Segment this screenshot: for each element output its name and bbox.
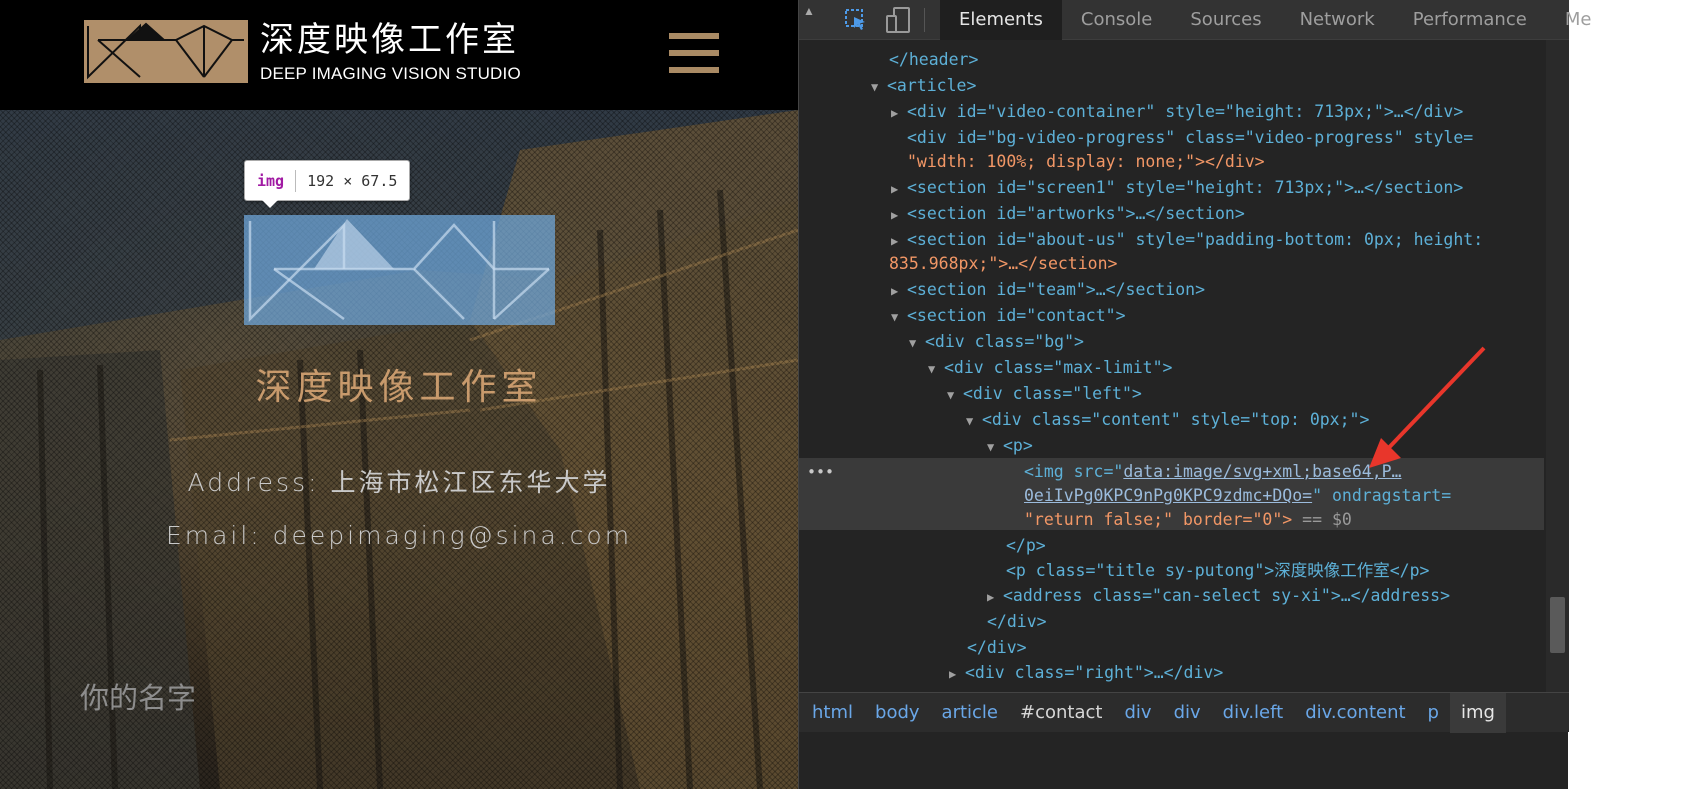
expand-triangle-icon[interactable]: ▶ xyxy=(987,585,1003,611)
expand-triangle-icon[interactable]: ▶ xyxy=(891,177,907,203)
dom-line[interactable]: </div> xyxy=(967,635,1027,661)
dom-line[interactable]: <div id="bg-video-progress" class="video… xyxy=(907,125,1473,151)
breadcrumb-img[interactable]: img xyxy=(1449,692,1506,733)
hamburger-bar xyxy=(669,33,719,39)
tab-sources[interactable]: Sources xyxy=(1171,0,1280,40)
contact-address: Address: 上海市松江区东华大学 xyxy=(187,468,611,497)
devtools-tabs: Elements Console Sources Network Perform… xyxy=(940,0,1610,40)
collapse-triangle-icon[interactable]: ▼ xyxy=(987,435,1003,461)
devtools-toolbar: ▲ Elements Console Sources Network Perfo… xyxy=(799,0,1591,40)
expand-triangle-icon[interactable]: ▶ xyxy=(891,101,907,127)
site-header: 深度映像工作室 DEEP IMAGING VISION STUDIO xyxy=(0,0,798,110)
dom-line[interactable]: ▶ <div class="right">…</div> xyxy=(949,660,1223,688)
inspect-element-icon[interactable] xyxy=(844,8,868,32)
brand-name-cn: 深度映像工作室 xyxy=(260,20,519,60)
dom-line[interactable]: ▶ <section id="team">…</section> xyxy=(891,277,1205,305)
dom-line[interactable]: </p> xyxy=(1006,533,1046,559)
dom-line[interactable]: ▶ <div id="video-container" style="height… xyxy=(891,99,1463,127)
brand[interactable]: 深度映像工作室 DEEP IMAGING VISION STUDIO xyxy=(84,20,521,84)
breadcrumb-article[interactable]: article xyxy=(931,693,1009,733)
breadcrumb-p[interactable]: p xyxy=(1417,693,1450,733)
contact-email[interactable]: Email: deepimaging@sina.com xyxy=(0,521,798,550)
expand-triangle-icon[interactable]: ▶ xyxy=(891,203,907,229)
dom-line[interactable]: </header> xyxy=(889,47,978,73)
breadcrumb-contact[interactable]: #contact xyxy=(1009,693,1113,733)
dom-line[interactable]: ▶ <section id="screen1" style="height: 71… xyxy=(891,175,1463,203)
hamburger-bar xyxy=(669,67,719,73)
breadcrumb-div-content[interactable]: div.content xyxy=(1294,693,1416,733)
brand-text: 深度映像工作室 DEEP IMAGING VISION STUDIO xyxy=(260,20,521,84)
expand-triangle-icon[interactable]: ▶ xyxy=(949,662,965,688)
logo-mark-icon xyxy=(87,22,244,80)
contact-title: 深度映像工作室 xyxy=(255,367,543,408)
inspected-image-highlight[interactable] xyxy=(244,215,555,325)
expand-triangle-icon[interactable]: ▶ xyxy=(891,279,907,305)
tooltip-divider xyxy=(295,169,297,192)
dom-line-selected[interactable]: "return false;" border="0"> == $0 xyxy=(1024,507,1352,533)
dom-line[interactable]: ▼ <p> xyxy=(987,433,1033,461)
dom-line[interactable]: <p class="title sy-putong">深度映像工作室</p> xyxy=(1006,558,1429,584)
devtools-panel: ▲ Elements Console Sources Network Perfo… xyxy=(798,0,1591,789)
name-input[interactable] xyxy=(80,678,480,718)
tab-performance[interactable]: Performance xyxy=(1394,0,1546,40)
brand-name-en: DEEP IMAGING VISION STUDIO xyxy=(260,64,521,83)
dom-line[interactable]: ▼ <section id="contact"> xyxy=(891,303,1126,331)
dom-line[interactable]: ▼ <div class="bg"> xyxy=(909,329,1084,357)
elements-scrollbar[interactable] xyxy=(1546,40,1569,692)
tooltip-dimensions: 192 × 67.5 xyxy=(307,171,398,190)
tooltip-arrow xyxy=(262,200,278,208)
breadcrumb-html[interactable]: html xyxy=(801,693,864,733)
elements-tree: ••• </header> ▼ <article> ▶ <div id="video… xyxy=(799,40,1544,692)
dom-line[interactable]: ▼ <div class="content" style="top: 0px;"> xyxy=(966,407,1369,435)
dom-breadcrumbs: html body article #contact div div div.l… xyxy=(799,692,1569,733)
collapse-triangle-icon[interactable]: ▼ xyxy=(928,357,944,383)
node-actions-icon[interactable]: ••• xyxy=(807,460,834,486)
breadcrumb-body[interactable]: body xyxy=(864,693,931,733)
collapse-triangle-icon[interactable]: ▼ xyxy=(947,383,963,409)
device-toolbar-icon[interactable] xyxy=(885,6,911,34)
contact-logo-icon xyxy=(248,219,550,323)
studio-logo xyxy=(84,20,248,83)
scroll-up-icon[interactable]: ▲ xyxy=(803,4,819,20)
dom-line[interactable]: 835.968px;">…</section> xyxy=(889,251,1117,277)
dom-line[interactable]: </div> xyxy=(987,609,1047,635)
dom-line[interactable]: ▼ <div class="left"> xyxy=(947,381,1142,409)
hamburger-icon[interactable] xyxy=(669,33,719,75)
breadcrumb-div-left[interactable]: div.left xyxy=(1212,693,1295,733)
collapse-triangle-icon[interactable]: ▼ xyxy=(891,305,907,331)
website-viewport: 深度映像工作室 DEEP IMAGING VISION STUDIO img 1… xyxy=(0,0,798,789)
tab-network[interactable]: Network xyxy=(1281,0,1394,40)
hamburger-bar xyxy=(669,50,719,56)
collapse-triangle-icon[interactable]: ▼ xyxy=(909,331,925,357)
element-size-tooltip: img 192 × 67.5 xyxy=(244,160,411,201)
collapse-triangle-icon[interactable]: ▼ xyxy=(871,75,887,101)
tooltip-tag: img xyxy=(257,171,285,190)
scrollbar-thumb[interactable] xyxy=(1550,597,1565,653)
dom-line[interactable]: ▶ <section id="artworks">…</section> xyxy=(891,201,1245,229)
tab-elements[interactable]: Elements xyxy=(940,0,1062,40)
dom-line[interactable]: "width: 100%; display: none;"></div> xyxy=(907,149,1265,175)
breadcrumb-div[interactable]: div xyxy=(1163,693,1212,733)
dom-line[interactable]: ▼ <article> xyxy=(871,73,976,101)
dom-line[interactable]: ▶ <address class="can-select sy-xi">…</ad… xyxy=(987,583,1450,611)
tab-memory[interactable]: Me xyxy=(1546,0,1611,40)
toolbar-divider xyxy=(924,8,925,32)
dom-line[interactable]: ▼ <div class="max-limit"> xyxy=(928,355,1172,383)
red-annotation-arrow-icon xyxy=(1369,346,1486,468)
tab-console[interactable]: Console xyxy=(1062,0,1171,40)
collapse-triangle-icon[interactable]: ▼ xyxy=(966,409,982,435)
breadcrumb-div[interactable]: div xyxy=(1113,693,1162,733)
